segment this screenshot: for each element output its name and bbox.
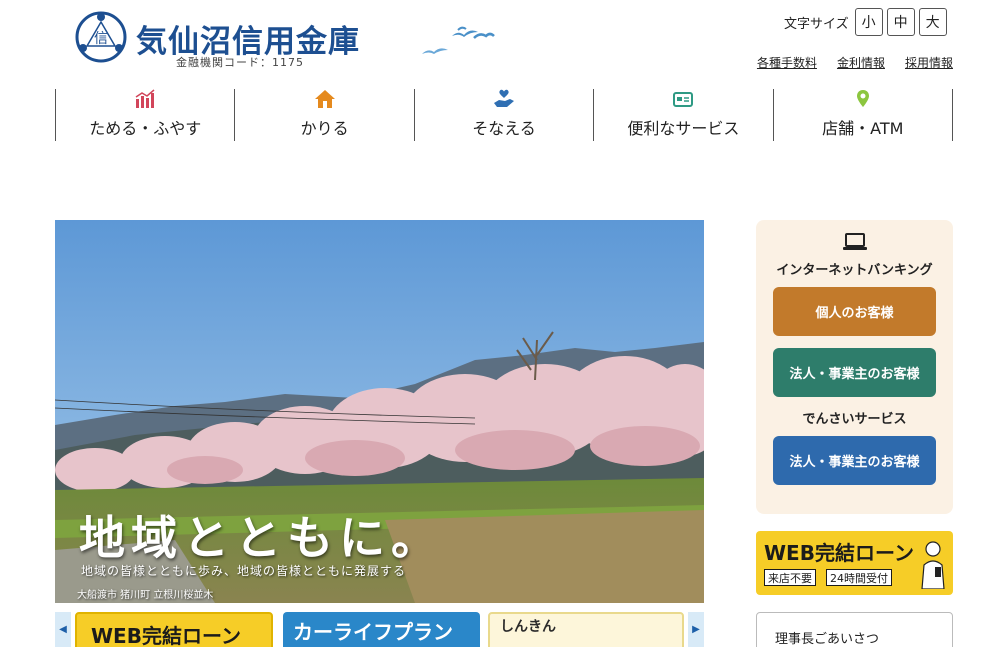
- interest-rates-link[interactable]: 金利情報: [837, 54, 885, 71]
- laptop-icon: [843, 233, 867, 250]
- nav-label-savings: ためる・ふやす: [89, 119, 202, 138]
- banner-car-loan[interactable]: カーライフプラン: [283, 612, 480, 647]
- internet-banking-title: インターネットバンキング: [776, 263, 933, 278]
- fees-link[interactable]: 各種手数料: [757, 54, 817, 71]
- map-pin-icon: [856, 90, 869, 107]
- font-size-small-button[interactable]: 小: [854, 8, 883, 36]
- nav-label-services: 便利なサービス: [627, 119, 740, 138]
- nav-label-branches: 店舗・ATM: [822, 119, 904, 138]
- hero-slide[interactable]: 地域とともに。 地域の皆様とともに歩み、地域の皆様とともに発展する 大船渡市 猪…: [55, 220, 704, 603]
- birds-icon: [422, 26, 495, 54]
- corporate-banking-button[interactable]: 法人・事業主のお客様: [773, 348, 936, 397]
- arrow-right-icon: ▶: [692, 624, 700, 635]
- nav-label-loans: かりる: [300, 119, 349, 138]
- densai-corporate-button[interactable]: 法人・事業主のお客様: [773, 436, 936, 485]
- internet-banking-panel: インターネットバンキング 個人のお客様 法人・事業主のお客様 でんさいサービス …: [756, 220, 953, 514]
- banner-carousel: ◀ WEB完結ローン カーライフプラン しんきん ▶: [55, 612, 704, 647]
- font-size-control: 文字サイズ 小 中 大: [784, 8, 947, 36]
- font-size-label: 文字サイズ: [784, 16, 849, 32]
- font-size-large-button[interactable]: 大: [918, 8, 947, 36]
- personal-banking-button[interactable]: 個人のお客様: [773, 287, 936, 336]
- carousel-next-button[interactable]: ▶: [688, 612, 704, 647]
- nav-item-services[interactable]: 便利なサービス: [593, 89, 772, 141]
- recruit-link[interactable]: 採用情報: [905, 54, 953, 71]
- arrow-left-icon: ◀: [59, 624, 67, 635]
- hero-title: 地域とともに。: [79, 511, 443, 565]
- svg-text:信: 信: [94, 31, 108, 47]
- hand-heart-icon: [494, 89, 515, 107]
- web-loan-title: WEB完結ローン: [764, 541, 914, 565]
- nav-item-loans[interactable]: かりる: [234, 89, 413, 141]
- banner-car-loan-label: カーライフプラン: [293, 620, 453, 644]
- header-links: 各種手数料 金利情報 採用情報: [757, 54, 953, 71]
- global-nav: ためる・ふやす かりる そなえる 便利なサービス 店舗・ATM: [55, 89, 954, 141]
- carousel-prev-button[interactable]: ◀: [55, 612, 71, 647]
- densai-title: でんさいサービス: [802, 412, 907, 427]
- 24h-tag: 24時間受付: [826, 569, 892, 586]
- person-with-phone-icon: [921, 541, 945, 589]
- web-loan-side-banner[interactable]: WEB完結ローン 来店不要 24時間受付: [756, 531, 953, 595]
- hero-caption: 大船渡市 猪川町 立根川桜並木: [77, 590, 214, 601]
- bank-logo[interactable]: 信 気仙沼信用金庫 金融機関コード：1175: [74, 10, 374, 69]
- chairman-greeting-link[interactable]: 理事長ごあいさつ: [756, 612, 953, 647]
- no-visit-tag: 来店不要: [764, 569, 816, 586]
- banner-web-loan-label: WEB完結ローン: [91, 624, 241, 647]
- nav-label-insurance: そなえる: [472, 119, 536, 138]
- card-icon: [673, 92, 694, 107]
- font-size-medium-button[interactable]: 中: [886, 8, 915, 36]
- banner-card-loan-label: しんきん: [500, 619, 556, 635]
- banner-web-loan[interactable]: WEB完結ローン: [75, 612, 273, 647]
- hero-subtitle: 地域の皆様とともに歩み、地域の皆様とともに発展する: [81, 564, 407, 578]
- chart-bar-icon: [135, 89, 155, 108]
- nav-item-insurance[interactable]: そなえる: [413, 89, 593, 141]
- shinkin-logo-icon: 信: [75, 11, 127, 63]
- institution-code: 金融機関コード：1175: [176, 56, 304, 69]
- house-icon: [314, 90, 335, 108]
- banner-card-loan[interactable]: しんきん: [488, 612, 684, 647]
- nav-item-savings[interactable]: ためる・ふやす: [55, 89, 234, 141]
- chairman-greeting-label: 理事長ごあいさつ: [775, 632, 880, 647]
- nav-item-branches[interactable]: 店舗・ATM: [772, 89, 954, 141]
